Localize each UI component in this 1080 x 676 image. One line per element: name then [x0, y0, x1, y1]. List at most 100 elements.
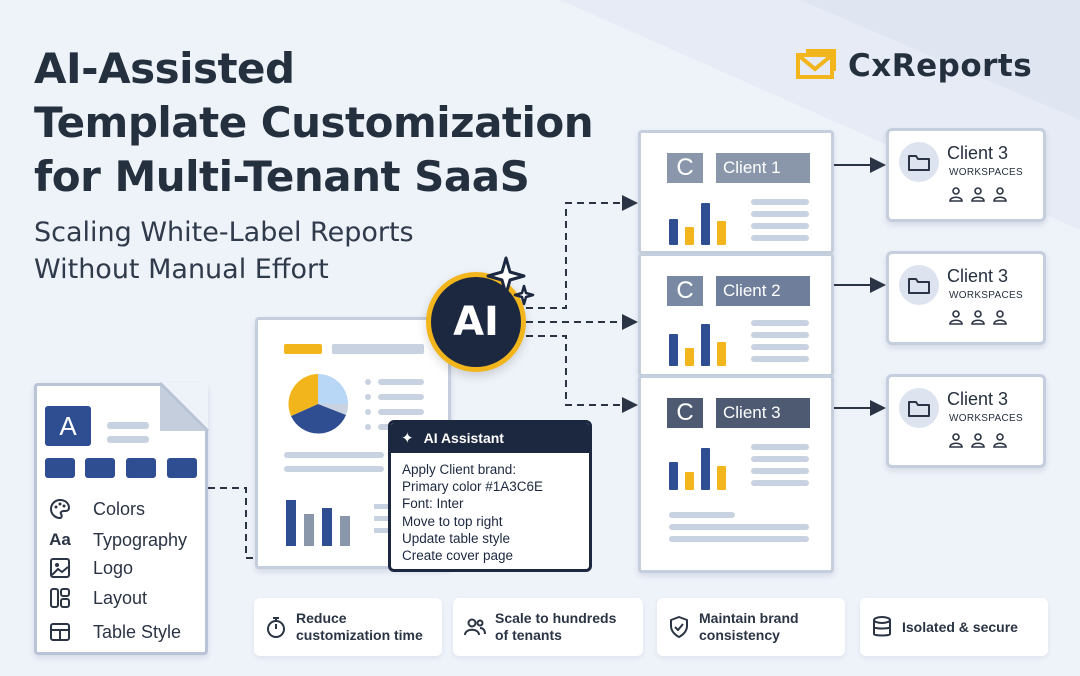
- workspace-label: WORKSPACES: [949, 290, 1023, 301]
- workspace-card: Client 3 WORKSPACES: [886, 128, 1046, 222]
- stopwatch-icon: [264, 615, 288, 639]
- color-swatch: [45, 458, 75, 478]
- placeholder-line: [751, 344, 809, 350]
- placeholder-line: [751, 320, 809, 326]
- spec-item-table-style: Table Style: [47, 619, 181, 645]
- folder-icon: [899, 265, 939, 305]
- feature-isolated-secure: Isolated & secure: [860, 598, 1048, 656]
- chart-bar: [701, 324, 710, 366]
- feature-line: of tenants: [495, 627, 562, 643]
- spec-item-logo: Logo: [47, 555, 133, 581]
- spec-item-label: Colors: [93, 498, 146, 519]
- feature-line: customization time: [296, 627, 423, 643]
- users-icon: [463, 615, 487, 639]
- chart-bar: [717, 342, 726, 366]
- template-spec-card: A Colors Aa Typography Logo Layout Table…: [34, 381, 210, 655]
- client-logo: C: [667, 276, 703, 306]
- sparkle-icon: ✦: [401, 430, 414, 447]
- chart-bar: [685, 227, 694, 245]
- placeholder-line: [669, 524, 809, 530]
- template-letter: A: [45, 406, 91, 446]
- page-subtitle: Scaling White-Label Reports Without Manu…: [34, 214, 494, 288]
- placeholder-line: [669, 536, 809, 542]
- palette-icon: [47, 496, 73, 522]
- placeholder-line: [751, 480, 809, 486]
- client-name: Client 1: [716, 153, 810, 183]
- chart-bar: [717, 466, 726, 490]
- instruction-line: Update table style: [402, 530, 511, 546]
- chart-bar: [701, 203, 710, 245]
- infographic: AI-Assisted Template Customization for M…: [0, 0, 1080, 676]
- client-name: Client 3: [716, 398, 810, 428]
- color-swatch: [126, 458, 156, 478]
- sparkles-icon: [486, 256, 535, 306]
- spec-item-label: Layout: [93, 587, 148, 608]
- page-title: AI-Assisted Template Customization for M…: [34, 42, 634, 204]
- layout-icon: [47, 585, 73, 611]
- workspace-label: WORKSPACES: [949, 167, 1023, 178]
- ai-assistant-header: ✦ AI Assistant: [391, 423, 589, 453]
- instruction-line: Create cover page: [402, 548, 514, 564]
- typography-icon: Aa: [49, 530, 71, 549]
- spec-item-typography: Aa Typography: [47, 527, 187, 553]
- image-icon: [47, 555, 73, 581]
- workspace-card: Client 3 WORKSPACES: [886, 251, 1046, 345]
- spec-item-colors: Colors: [47, 496, 145, 522]
- placeholder-line: [107, 422, 149, 429]
- placeholder-line: [751, 235, 809, 241]
- chart-bar: [669, 219, 678, 245]
- feature-line: consistency: [699, 627, 780, 643]
- database-icon: [870, 615, 894, 639]
- envelope-logo-icon: [796, 47, 836, 86]
- feature-line: Reduce: [296, 610, 347, 626]
- spec-item-label: Table Style: [93, 621, 182, 642]
- workspace-name: Client 3: [947, 266, 1009, 286]
- placeholder-line: [751, 444, 809, 450]
- chart-bar: [685, 348, 694, 366]
- pie-chart-icon: [288, 374, 349, 434]
- client-logo: C: [667, 398, 703, 428]
- feature-line: Isolated & secure: [902, 618, 1018, 635]
- folder-icon: [899, 388, 939, 428]
- placeholder-line: [107, 436, 149, 443]
- users-icon: [949, 309, 1009, 325]
- placeholder-line: [751, 356, 809, 362]
- ai-assistant-instructions: Apply Client brand: Primary color #1A3C6…: [391, 453, 589, 564]
- instruction-line: Apply Client brand:: [402, 462, 517, 477]
- spec-item-label: Logo: [93, 557, 134, 578]
- chart-bar: [717, 221, 726, 245]
- brand-name: CxReports: [848, 48, 1033, 84]
- placeholder-line: [751, 199, 809, 205]
- placeholder-line: [751, 468, 809, 474]
- placeholder-line: [751, 223, 809, 229]
- users-icon: [949, 432, 1009, 448]
- instruction-line: Move to top right: [402, 513, 503, 529]
- client-report-card: C Client 2: [638, 253, 834, 377]
- title-line-1: AI-Assisted: [34, 44, 295, 93]
- feature-scale-tenants: Scale to hundreds of tenants: [453, 598, 643, 656]
- workspace-name: Client 3: [947, 143, 1009, 163]
- feature-brand-consistency: Maintain brand consistency: [657, 598, 845, 656]
- placeholder-line: [751, 211, 809, 217]
- subtitle-line-1: Scaling White-Label Reports: [34, 217, 414, 248]
- feature-reduce-time: Reduce customization time: [254, 598, 442, 656]
- folder-icon: [899, 142, 939, 182]
- ai-assistant-title: AI Assistant: [423, 430, 504, 446]
- spec-item-label: Typography: [93, 529, 188, 550]
- client-report-card: C Client 1: [638, 130, 834, 254]
- client-report-card: C Client 3: [638, 375, 834, 573]
- workspace-label: WORKSPACES: [949, 413, 1023, 424]
- client-logo: C: [667, 153, 703, 183]
- users-icon: [949, 186, 1009, 202]
- chart-bar: [669, 334, 678, 366]
- placeholder-line: [751, 332, 809, 338]
- placeholder-line: [751, 456, 809, 462]
- workspace-name: Client 3: [947, 389, 1009, 409]
- title-line-3: for Multi-Tenant SaaS: [34, 152, 530, 201]
- shield-check-icon: [667, 615, 691, 639]
- workspace-card: Client 3 WORKSPACES: [886, 374, 1046, 468]
- color-swatch: [167, 458, 197, 478]
- chart-bar: [701, 448, 710, 490]
- placeholder-line: [669, 512, 735, 518]
- ai-assistant-panel: ✦ AI Assistant Apply Client brand: Prima…: [388, 420, 592, 572]
